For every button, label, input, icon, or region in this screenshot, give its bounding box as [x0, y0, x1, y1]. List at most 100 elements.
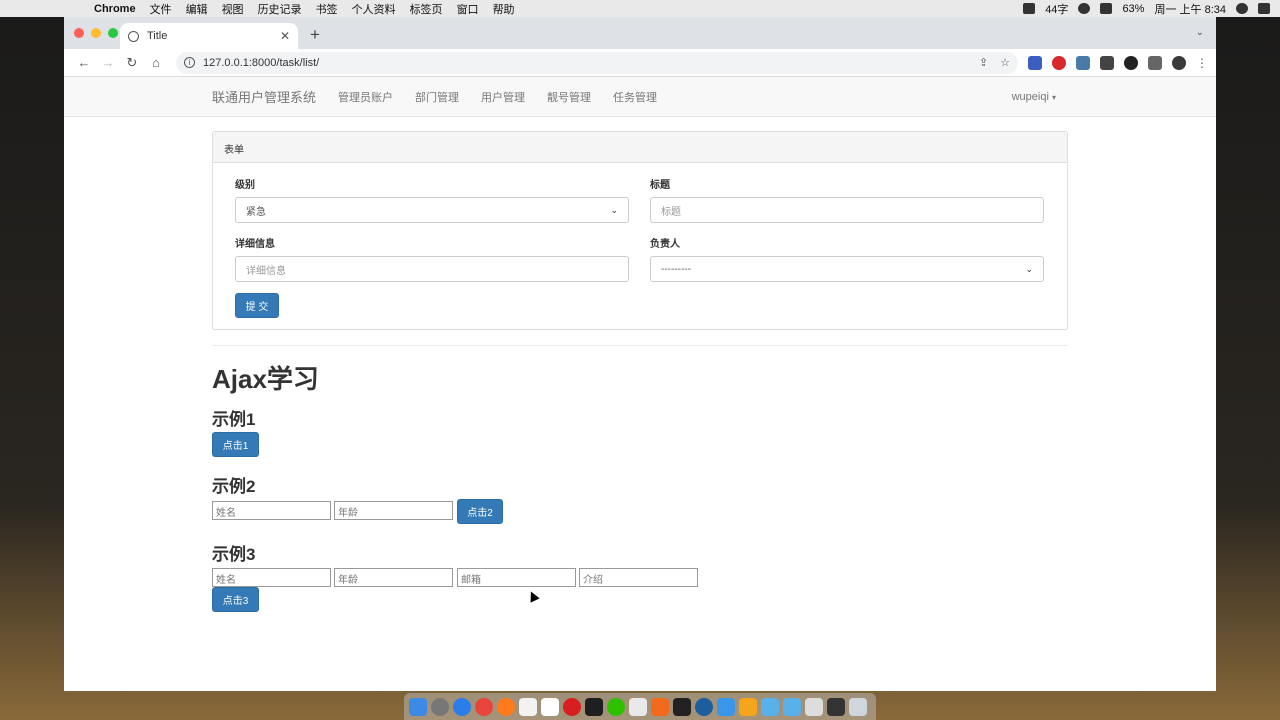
minimize-window-icon[interactable]	[91, 28, 101, 38]
menu-app-name[interactable]: Chrome	[94, 3, 136, 15]
launchpad-icon[interactable]	[431, 697, 449, 716]
menu-tab[interactable]: 标签页	[410, 1, 443, 17]
menu-profiles[interactable]: 个人资料	[352, 1, 396, 17]
nav-link-pretty-num[interactable]: 靓号管理	[547, 89, 591, 105]
menu-view[interactable]: 视图	[222, 1, 244, 17]
typora-icon[interactable]	[519, 697, 537, 716]
terminal-icon[interactable]	[673, 697, 691, 716]
folder-icon[interactable]	[783, 697, 801, 716]
page-viewport: 联通用户管理系统 管理员账户 部门管理 用户管理 靓号管理 任务管理 wupei…	[64, 77, 1216, 691]
menu-edit[interactable]: 编辑	[186, 1, 208, 17]
chevron-down-icon: ⌄	[1025, 263, 1033, 274]
bookmark-star-icon[interactable]: ☆	[1000, 56, 1010, 69]
owner-select[interactable]: --------- ⌄	[650, 256, 1044, 282]
nav-link-user[interactable]: 用户管理	[481, 89, 525, 105]
spotlight-icon[interactable]	[1236, 3, 1248, 14]
menu-bookmarks[interactable]: 书签	[316, 1, 338, 17]
nav-link-admin[interactable]: 管理员账户	[338, 89, 393, 105]
click2-button[interactable]: 点击2	[457, 499, 503, 524]
volume-icon[interactable]	[1100, 3, 1113, 14]
panel-heading: 表单	[213, 132, 1067, 163]
level-select[interactable]: 紧急 ⌄	[235, 197, 629, 223]
level-select-value: 紧急	[246, 206, 266, 218]
back-icon[interactable]: ←	[72, 55, 96, 70]
url-text[interactable]: 127.0.0.1:8000/task/list/	[203, 57, 319, 69]
new-tab-icon[interactable]: +	[310, 25, 320, 45]
chevron-down-icon[interactable]: ⌄	[1196, 27, 1204, 38]
menubar-clock[interactable]: 周一 上午 8:34	[1154, 1, 1226, 17]
user-dropdown[interactable]: wupeiqi ▾	[1012, 91, 1056, 103]
macos-dock	[404, 693, 876, 720]
title-label: 标题	[650, 180, 670, 191]
quicktime-icon[interactable]	[695, 697, 713, 716]
close-tab-icon[interactable]: ✕	[280, 29, 290, 43]
tab-title: Title	[147, 30, 168, 42]
extensions-bar: ⋮	[1028, 55, 1208, 70]
status-app-icon[interactable]	[1023, 3, 1036, 14]
app-icon[interactable]	[739, 697, 757, 716]
mouse-cursor-icon	[526, 589, 540, 603]
example3-age-input[interactable]: 年龄	[334, 568, 453, 587]
divider	[212, 345, 1068, 346]
detail-input[interactable]: 详细信息	[235, 256, 629, 282]
puzzle-icon[interactable]	[1148, 55, 1162, 70]
control-center-icon[interactable]	[1258, 3, 1270, 14]
reload-icon[interactable]: ↻	[120, 55, 144, 71]
example2-name-input[interactable]: 姓名	[212, 501, 331, 520]
trash-icon[interactable]	[849, 697, 867, 716]
chrome-icon[interactable]	[475, 697, 493, 716]
firefox-icon[interactable]	[497, 697, 515, 716]
adblock-icon[interactable]	[1052, 55, 1066, 70]
folder-icon[interactable]	[761, 697, 779, 716]
home-icon[interactable]: ⌂	[144, 55, 168, 70]
kebab-menu-icon[interactable]: ⋮	[1196, 56, 1208, 70]
safari-icon[interactable]	[453, 697, 471, 716]
avatar[interactable]	[1172, 55, 1186, 70]
title-input[interactable]: 标题	[650, 197, 1044, 223]
nav-link-task[interactable]: 任务管理	[613, 89, 657, 105]
zoom-window-icon[interactable]	[108, 28, 118, 38]
browser-toolbar: ← → ↻ ⌂ i 127.0.0.1:8000/task/list/ ⇪ ☆ …	[64, 49, 1216, 77]
input-method-indicator[interactable]: 44字	[1045, 1, 1068, 17]
finder-icon[interactable]	[409, 697, 427, 716]
click3-button[interactable]: 点击3	[212, 587, 259, 612]
infinity-extension-icon[interactable]	[1124, 55, 1138, 70]
forward-icon[interactable]: →	[96, 55, 120, 70]
wifi-icon[interactable]	[1078, 3, 1091, 14]
macos-menubar: Chrome 文件 编辑 视图 历史记录 书签 个人资料 标签页 窗口 帮助 4…	[0, 0, 1280, 17]
chevron-down-icon: ⌄	[610, 204, 618, 215]
music-icon[interactable]	[563, 697, 581, 716]
preview-icon[interactable]	[629, 697, 647, 716]
menu-window[interactable]: 窗口	[457, 1, 479, 17]
pycharm-icon[interactable]	[585, 697, 603, 716]
example3-name-input[interactable]: 姓名	[212, 568, 331, 587]
extension-icon[interactable]	[1100, 55, 1114, 70]
navbar-brand[interactable]: 联通用户管理系统	[212, 87, 316, 106]
nav-link-department[interactable]: 部门管理	[415, 89, 459, 105]
share-icon[interactable]: ⇪	[979, 56, 988, 69]
tab-active[interactable]: Title ✕	[120, 23, 298, 49]
feishu-icon[interactable]	[717, 697, 735, 716]
display-icon[interactable]	[827, 697, 845, 716]
screenshot-extension-icon[interactable]	[1076, 55, 1090, 70]
sublime-icon[interactable]	[651, 697, 669, 716]
example3-intro-input[interactable]: 介绍	[579, 568, 698, 587]
address-bar[interactable]: i 127.0.0.1:8000/task/list/ ⇪ ☆	[176, 51, 1018, 74]
site-info-icon[interactable]: i	[184, 57, 195, 68]
menu-help[interactable]: 帮助	[493, 1, 515, 17]
menu-file[interactable]: 文件	[150, 1, 172, 17]
owner-select-value: ---------	[661, 263, 691, 275]
menu-history[interactable]: 历史记录	[258, 1, 302, 17]
calendar-icon[interactable]	[541, 697, 559, 716]
wechat-icon[interactable]	[607, 697, 625, 716]
example2-age-input[interactable]: 年龄	[334, 501, 453, 520]
battery-percent[interactable]: 63%	[1122, 3, 1144, 15]
extension-icon[interactable]	[1028, 55, 1042, 70]
level-group: 级别 紧急 ⌄	[235, 176, 629, 223]
example3-email-input[interactable]: 邮箱	[457, 568, 576, 587]
submit-button[interactable]: 提 交	[235, 293, 279, 318]
keyboard-icon[interactable]	[805, 697, 823, 716]
window-controls	[74, 28, 118, 38]
close-window-icon[interactable]	[74, 28, 84, 38]
click1-button[interactable]: 点击1	[212, 432, 259, 457]
